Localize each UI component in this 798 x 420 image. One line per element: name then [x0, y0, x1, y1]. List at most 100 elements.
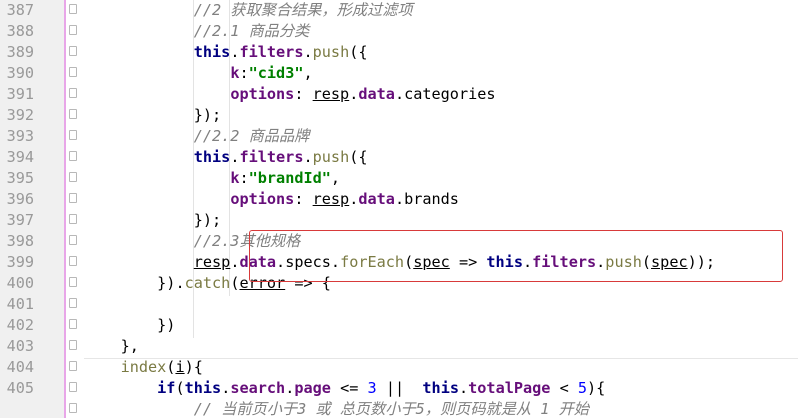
- code-token: if: [157, 379, 176, 397]
- fold-marker-icon[interactable]: [69, 340, 77, 350]
- code-token: filters: [239, 148, 304, 166]
- code-text: options: resp.data.categories: [84, 84, 496, 105]
- code-line[interactable]: 402 }): [0, 315, 798, 336]
- fold-marker-icon[interactable]: [69, 214, 77, 224]
- fold-marker-icon[interactable]: [69, 172, 77, 182]
- code-token: //2 获取聚合结果，形成过滤项: [193, 1, 413, 19]
- line-number: 405: [6, 379, 34, 397]
- code-token: //2.1 商品分类: [193, 22, 310, 40]
- code-token: :: [294, 190, 313, 208]
- code-token: .: [303, 148, 313, 166]
- code-line[interactable]: 389 this.filters.push({: [0, 42, 798, 63]
- fold-marker-icon[interactable]: [69, 88, 77, 98]
- code-token: 3: [367, 379, 377, 397]
- code-token: push: [312, 43, 350, 61]
- code-editor[interactable]: 387 //2 获取聚合结果，形成过滤项 388 //2.1 商品分类 389 th…: [0, 0, 798, 418]
- code-token: .brands: [394, 190, 459, 208]
- fold-marker-icon[interactable]: [69, 361, 77, 371]
- code-text: //2 获取聚合结果，形成过滤项: [84, 0, 413, 21]
- code-token: totalPage: [468, 379, 551, 397]
- line-number: 388: [6, 22, 34, 40]
- code-line[interactable]: 393 //2.2 商品品牌: [0, 126, 798, 147]
- fold-marker-icon[interactable]: [69, 193, 77, 203]
- line-number: 387: [6, 1, 34, 19]
- fold-marker-icon[interactable]: [69, 235, 77, 245]
- code-line[interactable]: 390 k:"cid3",: [0, 63, 798, 84]
- code-token: ||: [376, 379, 423, 397]
- code-line[interactable]: 403 },: [0, 336, 798, 357]
- code-line[interactable]: 397 });: [0, 210, 798, 231]
- line-number: 396: [6, 190, 34, 208]
- code-line[interactable]: 396 options: resp.data.brands: [0, 189, 798, 210]
- code-token: ){: [184, 358, 203, 376]
- code-token: push: [312, 148, 350, 166]
- fold-marker-icon[interactable]: [69, 46, 77, 56]
- code-token: });: [193, 106, 222, 124]
- highlight-box: [249, 230, 783, 282]
- line-number: 389: [6, 43, 34, 61]
- fold-marker-icon[interactable]: [69, 256, 77, 266]
- code-token: resp: [193, 253, 231, 271]
- code-line[interactable]: 395 k:"brandId",: [0, 168, 798, 189]
- code-token: i: [175, 358, 185, 376]
- fold-marker-icon[interactable]: [69, 403, 77, 413]
- fold-marker-icon[interactable]: [69, 109, 77, 119]
- code-token: <: [550, 379, 578, 397]
- fold-marker-icon[interactable]: [69, 382, 77, 392]
- code-text: }): [84, 315, 175, 336]
- fold-marker-icon[interactable]: [69, 25, 77, 35]
- line-number: 397: [6, 211, 34, 229]
- code-token: .: [303, 43, 313, 61]
- fold-marker-icon[interactable]: [69, 4, 77, 14]
- code-token: .: [349, 190, 359, 208]
- code-line[interactable]: 392 });: [0, 105, 798, 126]
- code-line[interactable]: 391 options: resp.data.categories: [0, 84, 798, 105]
- code-token: //2.2 商品品牌: [193, 127, 310, 145]
- code-line[interactable]: 387 //2 获取聚合结果，形成过滤项: [0, 0, 798, 21]
- code-token: ({: [349, 148, 368, 166]
- line-number: 401: [6, 295, 34, 313]
- code-token: .: [458, 379, 469, 397]
- fold-marker-icon[interactable]: [69, 298, 77, 308]
- code-text: this.filters.push({: [84, 147, 368, 168]
- line-number: 394: [6, 148, 34, 166]
- line-number: 391: [6, 85, 34, 103]
- code-token: (: [175, 379, 185, 397]
- fold-marker-icon[interactable]: [69, 319, 77, 329]
- code-line[interactable]: // 当前页小于3 或 总页数小于5，则页码就是从 1 开始: [0, 399, 798, 420]
- code-token: ({: [349, 43, 368, 61]
- code-text: // 当前页小于3 或 总页数小于5，则页码就是从 1 开始: [84, 399, 589, 420]
- code-token: data: [358, 190, 395, 208]
- code-token: ,: [303, 64, 313, 82]
- code-token: options: [230, 190, 295, 208]
- code-text: });: [84, 210, 221, 231]
- code-text: k:"brandId",: [84, 168, 340, 189]
- code-text: options: resp.data.brands: [84, 189, 459, 210]
- code-token: "brandId": [248, 169, 331, 187]
- code-token: this: [422, 379, 459, 397]
- fold-marker-icon[interactable]: [69, 277, 77, 287]
- code-token: page: [294, 379, 331, 397]
- code-token: }): [157, 316, 176, 334]
- code-token: this: [193, 43, 231, 61]
- code-line[interactable]: 394 this.filters.push({: [0, 147, 798, 168]
- code-text: k:"cid3",: [84, 63, 313, 84]
- code-line[interactable]: 401: [0, 294, 798, 315]
- line-number: 399: [6, 253, 34, 271]
- code-token: <=: [330, 379, 368, 397]
- code-line[interactable]: 405 if(this.search.page <= 3 || this.tot…: [0, 378, 798, 399]
- line-number: 403: [6, 337, 34, 355]
- fold-marker-icon[interactable]: [69, 67, 77, 77]
- code-token: .categories: [394, 85, 496, 103]
- line-number: 402: [6, 316, 34, 334]
- fold-marker-icon[interactable]: [69, 130, 77, 140]
- code-token: options: [230, 85, 295, 103]
- code-token: .: [221, 379, 231, 397]
- code-line[interactable]: 388 //2.1 商品分类: [0, 21, 798, 42]
- fold-marker-icon[interactable]: [69, 151, 77, 161]
- code-token: "cid3": [248, 64, 304, 82]
- code-token: .: [349, 85, 359, 103]
- code-line[interactable]: 404 index(i){: [0, 357, 798, 378]
- code-token: .: [285, 379, 295, 397]
- code-token: // 当前页小于3 或 总页数小于5，则页码就是从 1 开始: [193, 400, 589, 418]
